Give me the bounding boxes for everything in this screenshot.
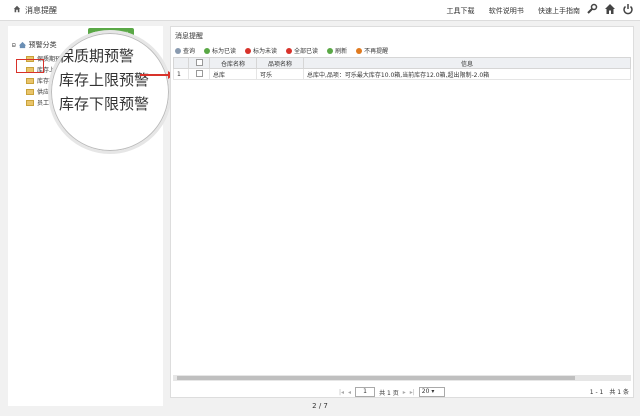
total-pages-label: 共 1 页 [379, 389, 399, 397]
folder-icon [26, 99, 34, 106]
callout-arrow [140, 74, 170, 76]
power-icon[interactable] [622, 3, 634, 15]
folder-icon [26, 77, 34, 84]
cell-info: 总库中,品项：可乐最大库存10.0箱,当前库存12.0箱,超出限制-2.0箱 [303, 68, 631, 80]
panel-title: 消息提醒 [175, 32, 203, 40]
magnifier-callout: 保质期预警 库存上限预警 库存下限预警 [48, 30, 172, 154]
header-links: 工具下载 软件说明书 快速上手指南 [435, 6, 580, 16]
home-icon[interactable] [13, 5, 21, 13]
folder-icon [26, 88, 34, 95]
row-number-header [173, 57, 189, 69]
prev-page-button[interactable]: ◂ [348, 389, 351, 396]
tree-root[interactable]: ⊟ 预警分类 [12, 40, 57, 50]
page-title: 消息提醒 [25, 6, 57, 15]
record-count: 1 - 1 共 1 条 [589, 389, 629, 396]
cell-warehouse: 总库 [209, 68, 257, 80]
magnifier-line-stock-lower: 库存下限预警 [59, 95, 150, 113]
page-indicator: 2 / 7 [312, 402, 328, 410]
table-header-row: 仓库名称 品项名称 信息 [173, 57, 631, 69]
page-number-input[interactable]: 1 [355, 387, 376, 397]
column-header-item[interactable]: 品项名称 [256, 57, 304, 69]
all-read-icon [286, 47, 293, 54]
mark-unread-button[interactable]: 标为未读 [245, 46, 277, 55]
tree-root-label: 预警分类 [28, 41, 57, 49]
column-header-warehouse[interactable]: 仓库名称 [209, 57, 257, 69]
header-icons [586, 3, 634, 15]
row-checkbox[interactable] [188, 68, 210, 80]
manual-link[interactable]: 软件说明书 [489, 7, 524, 15]
magnifier-line-stock-upper: 库存上限预警 [59, 71, 150, 89]
no-remind-button[interactable]: 不再提醒 [356, 46, 388, 55]
collapse-toggle-icon[interactable]: ⊟ [12, 42, 16, 49]
mark-read-icon [204, 47, 211, 54]
quick-guide-link[interactable]: 快速上手指南 [538, 7, 580, 15]
pagination: |◂ ◂ 1 共 1 页 ▸ ▸| 20 ▾ [339, 387, 445, 397]
magnifier-line-shelf-life: 保质期预警 [59, 47, 135, 65]
column-header-info[interactable]: 信息 [303, 57, 631, 69]
no-remind-icon [356, 47, 363, 54]
table-row[interactable]: 1 总库 可乐 总库中,品项：可乐最大库存10.0箱,当前库存12.0箱,超出限… [173, 68, 631, 80]
search-icon [175, 47, 181, 54]
select-all-checkbox[interactable] [188, 57, 210, 69]
scrollbar-thumb[interactable] [177, 376, 575, 380]
cell-item: 可乐 [256, 68, 304, 80]
tools-download-link[interactable]: 工具下载 [447, 7, 475, 15]
top-bar: 消息提醒 工具下载 软件说明书 快速上手指南 [0, 0, 640, 21]
message-panel: 消息提醒 查询 标为已读 标为未读 全部已读 刷新 不再提醒 仓库名称 品项名称… [170, 26, 634, 398]
next-page-button[interactable]: ▸ [403, 389, 406, 396]
first-page-button[interactable]: |◂ [339, 389, 344, 396]
selection-highlight [16, 59, 44, 73]
refresh-icon [327, 47, 334, 54]
wrench-icon[interactable] [586, 3, 598, 15]
refresh-button[interactable]: 刷新 [327, 46, 347, 55]
home-nav-icon[interactable] [604, 3, 616, 15]
last-page-button[interactable]: ▸| [410, 389, 415, 396]
message-table: 仓库名称 品项名称 信息 1 总库 可乐 总库中,品项：可乐最大库存10.0箱,… [173, 57, 631, 80]
query-button[interactable]: 查询 [175, 46, 195, 55]
row-number: 1 [173, 68, 189, 80]
toolbar: 查询 标为已读 标为未读 全部已读 刷新 不再提醒 [175, 46, 388, 55]
horizontal-scrollbar[interactable] [173, 375, 631, 381]
page-size-select[interactable]: 20 ▾ [418, 387, 445, 397]
all-read-button[interactable]: 全部已读 [286, 46, 318, 55]
mark-read-button[interactable]: 标为已读 [204, 46, 236, 55]
mark-unread-icon [245, 47, 252, 54]
home-folder-icon [18, 41, 26, 49]
